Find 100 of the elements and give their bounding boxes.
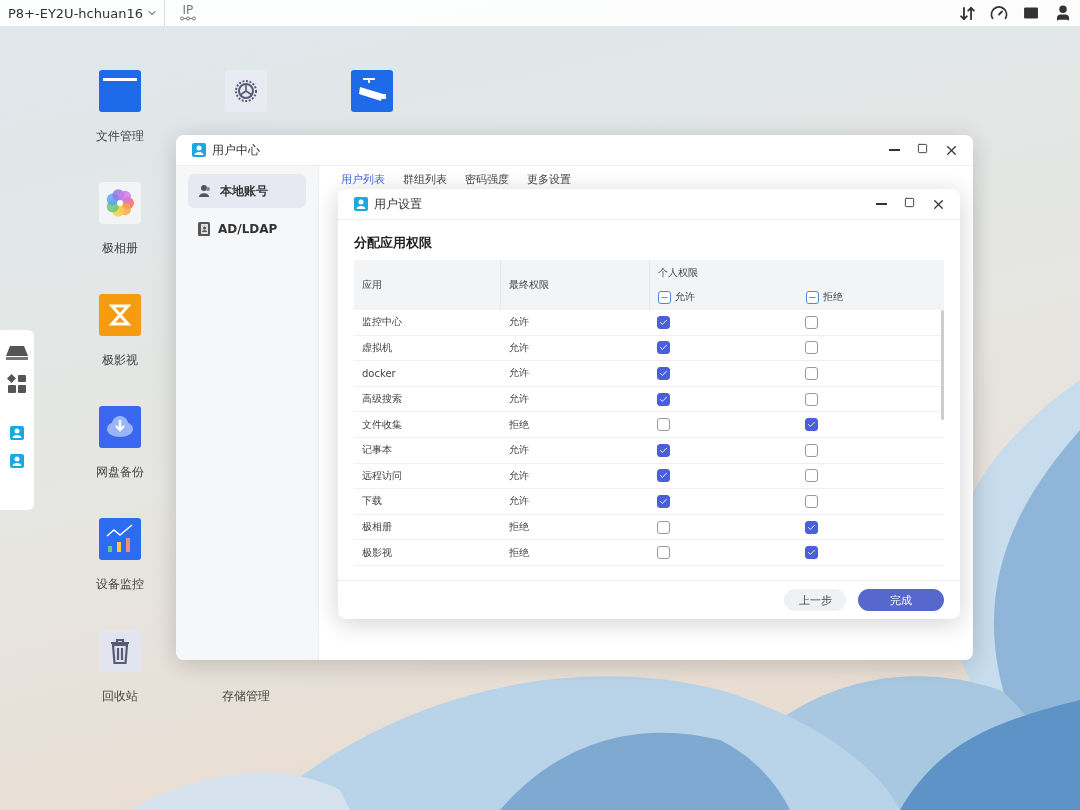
minimize-icon — [889, 148, 900, 151]
app-label: 回收站 — [102, 688, 138, 705]
table-cell-text: 拒绝 — [508, 417, 530, 432]
column-header: 最终权限 — [509, 278, 549, 292]
maximize-icon — [917, 142, 928, 154]
table-cell-text: 极相册 — [361, 520, 393, 535]
back-button[interactable]: 上一步 — [784, 589, 846, 611]
user-icon[interactable] — [1054, 4, 1072, 22]
sidebar-item[interactable]: 本地账号 — [188, 174, 306, 208]
check-icon — [659, 317, 668, 327]
maximize-icon — [904, 196, 915, 208]
allow-checkbox[interactable] — [657, 341, 670, 355]
table-cell-text: 允许 — [508, 340, 530, 355]
sidebar-label: AD/LDAP — [218, 222, 278, 236]
contact-book-icon — [198, 222, 210, 236]
table-cell-text: 虚拟机 — [361, 340, 393, 355]
apps-grid-icon[interactable] — [7, 374, 27, 394]
user-settings-icon — [354, 197, 368, 211]
section-heading: 分配应用权限 — [354, 234, 433, 252]
deny-checkbox[interactable] — [805, 443, 818, 457]
select-all-checkbox[interactable] — [806, 290, 819, 304]
table-cell-text: 下载 — [361, 494, 383, 509]
check-icon — [807, 420, 816, 430]
table-cell-text: 允许 — [508, 366, 530, 381]
transfer-icon[interactable] — [959, 4, 976, 22]
allow-checkbox[interactable] — [657, 469, 670, 483]
chart-icon[interactable] — [99, 518, 141, 560]
table-cell-text: 文件收集 — [361, 417, 403, 432]
sidebar-item[interactable]: AD/LDAP — [188, 212, 306, 246]
check-icon — [807, 548, 816, 558]
table-cell-text: 允许 — [508, 494, 530, 509]
allow-checkbox[interactable] — [657, 546, 670, 560]
user-app-icon — [10, 454, 24, 468]
done-button[interactable]: 完成 — [858, 589, 944, 611]
allow-checkbox[interactable] — [657, 520, 670, 534]
table-cell-text: 高级搜索 — [361, 392, 403, 407]
users-icon — [198, 184, 212, 198]
gauge-icon[interactable] — [990, 4, 1008, 22]
column-header: 允许 — [675, 290, 695, 304]
tab[interactable]: 密码强度 — [465, 172, 509, 187]
user-center-icon — [192, 143, 206, 157]
allow-checkbox[interactable] — [657, 392, 670, 406]
table-cell-text: 拒绝 — [508, 545, 530, 560]
flower-icon[interactable] — [99, 182, 141, 224]
window-title: 用户中心 — [212, 141, 260, 159]
gear-icon[interactable] — [225, 70, 267, 112]
tab[interactable]: 更多设置 — [527, 172, 571, 187]
allow-checkbox[interactable] — [657, 418, 670, 432]
app-label: 极影视 — [102, 352, 138, 369]
column-header: 拒绝 — [823, 290, 843, 304]
minimize-icon — [876, 202, 887, 205]
check-icon — [659, 394, 668, 404]
deny-checkbox[interactable] — [805, 418, 818, 432]
check-icon — [807, 522, 816, 532]
allow-checkbox[interactable] — [657, 367, 670, 380]
deny-checkbox[interactable] — [805, 315, 818, 329]
column-header: 个人权限 — [657, 266, 699, 280]
user-app-icon — [10, 426, 24, 440]
camera-icon[interactable] — [351, 70, 393, 112]
table-cell-text: 允许 — [508, 315, 530, 330]
app-label: 网盘备份 — [96, 464, 144, 481]
table-cell-text: 拒绝 — [508, 520, 530, 535]
trash-icon[interactable] — [99, 630, 141, 672]
check-icon — [659, 445, 668, 455]
app-label: 极相册 — [102, 240, 138, 257]
select-all-checkbox[interactable] — [658, 290, 671, 304]
app-label: 文件管理 — [96, 128, 144, 145]
check-icon — [659, 471, 668, 481]
column-header: 应用 — [362, 278, 382, 292]
deny-checkbox[interactable] — [805, 341, 818, 355]
deny-checkbox[interactable] — [805, 546, 818, 560]
table-cell-text: 远程访问 — [361, 468, 403, 483]
deny-checkbox[interactable] — [805, 392, 818, 406]
table-cell-text: 允许 — [508, 468, 530, 483]
allow-checkbox[interactable] — [657, 494, 670, 508]
cloud-download-icon[interactable] — [99, 406, 141, 448]
allow-checkbox[interactable] — [657, 315, 670, 329]
allow-checkbox[interactable] — [657, 443, 670, 457]
check-icon — [659, 343, 668, 353]
device-selector[interactable]: P8+-EY2U-hchuan16 — [8, 0, 165, 26]
table-cell-text: docker — [361, 368, 397, 379]
table-cell-text: 监控中心 — [361, 315, 403, 330]
drive-icon[interactable] — [6, 346, 28, 360]
scrollbar[interactable] — [941, 310, 944, 420]
check-icon — [659, 369, 668, 378]
table-cell-text: 允许 — [508, 392, 530, 407]
deny-checkbox[interactable] — [805, 494, 818, 508]
deny-checkbox[interactable] — [805, 469, 818, 483]
app-label: 存储管理 — [222, 688, 270, 705]
check-icon — [659, 496, 668, 506]
table-cell-text: 极影视 — [361, 545, 393, 560]
sidebar-label: 本地账号 — [220, 182, 268, 200]
folder-icon[interactable] — [99, 70, 141, 112]
table-cell-text: 允许 — [508, 443, 530, 458]
tab[interactable]: 群组列表 — [403, 172, 447, 187]
table-cell-text: 记事本 — [361, 443, 393, 458]
deny-checkbox[interactable] — [805, 520, 818, 534]
tab[interactable]: 用户列表 — [341, 172, 385, 187]
deny-checkbox[interactable] — [805, 367, 818, 380]
app-label: 设备监控 — [96, 576, 144, 593]
